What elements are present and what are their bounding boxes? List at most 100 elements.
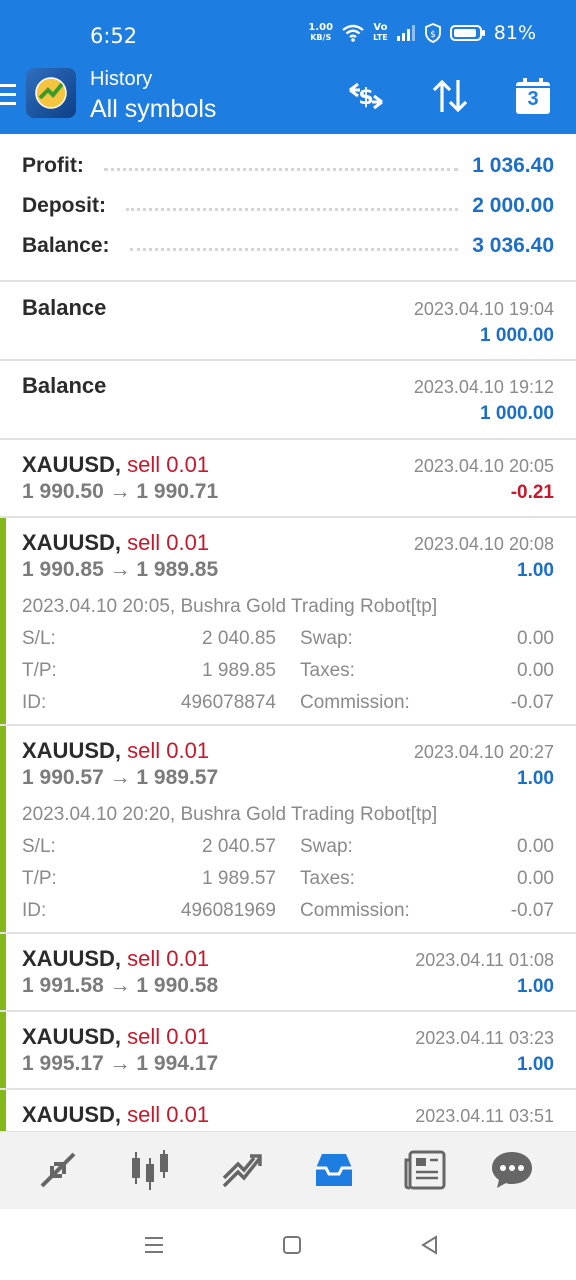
sl-value: 2 040.85 <box>202 628 276 649</box>
symbol-name: XAUUSD, <box>22 946 122 971</box>
tp-label: T/P: <box>22 660 57 681</box>
deal-prices: 1 990.50 → 1 990.71 <box>22 480 219 503</box>
deal-date: 2023.04.11 03:23 <box>415 1028 554 1048</box>
list-item[interactable]: Balance 2023.04.10 19:04 1 000.00 <box>0 283 576 361</box>
quotes-icon[interactable] <box>34 1146 82 1194</box>
shield-icon: $ <box>424 23 441 43</box>
deal-side: sell 0.01 <box>127 530 210 555</box>
deal-symbol: XAUUSD, sell 0.01 <box>22 530 209 556</box>
news-icon[interactable] <box>402 1146 450 1194</box>
deal-prices: 1 990.85 → 1 989.85 <box>22 558 219 581</box>
deal-comment: 2023.04.10 20:05, Bushra Gold Trading Ro… <box>22 596 438 617</box>
deal-symbol: XAUUSD, sell 0.01 <box>22 946 209 972</box>
tp-value: 1 989.57 <box>202 868 276 889</box>
deal-symbol: XAUUSD, sell 0.01 <box>22 738 209 764</box>
list-item[interactable]: XAUUSD, sell 0.01 1 991.58 → 1 990.58 20… <box>0 934 576 1012</box>
volte-indicator: Vo LTE <box>373 23 388 43</box>
swap-label: Swap: <box>300 628 353 649</box>
bottom-navigation <box>0 1131 576 1209</box>
network-speed-value: 1.00 <box>308 22 334 33</box>
swap-value: 0.00 <box>517 836 554 857</box>
deal-prices: 1 995.17 → 1 994.17 <box>22 1052 219 1075</box>
list-item[interactable]: XAUUSD, sell 0.01 1 995.17 → 1 994.17 20… <box>0 1012 576 1090</box>
profit-indicator-bar <box>0 1090 6 1131</box>
symbol-filter[interactable]: All symbols <box>90 95 216 124</box>
list-item-expanded[interactable]: XAUUSD, sell 0.01 1 990.57 → 1 989.57 20… <box>0 726 576 934</box>
back-icon[interactable] <box>418 1233 442 1257</box>
status-icons: 1.00 KB/S Vo LTE $ 81% <box>308 22 536 44</box>
home-icon[interactable] <box>280 1233 304 1257</box>
menu-icon[interactable] <box>0 84 16 106</box>
list-item[interactable]: Balance 2023.04.10 19:12 1 000.00 <box>0 361 576 440</box>
deal-title: Balance <box>22 373 107 398</box>
deals-list[interactable]: Balance 2023.04.10 19:04 1 000.00 Balanc… <box>0 283 576 1131</box>
list-item-expanded[interactable]: XAUUSD, sell 0.01 1 990.85 → 1 989.85 20… <box>0 518 576 726</box>
deal-date: 2023.04.10 20:27 <box>413 742 554 762</box>
recents-icon[interactable] <box>142 1233 166 1257</box>
volte-top: Vo <box>373 22 388 33</box>
list-item[interactable]: XAUUSD, sell 0.01 2023.04.11 03:51 <box>0 1090 576 1131</box>
symbol-name: XAUUSD, <box>22 452 122 477</box>
app-bar: History All symbols $ 3 <box>0 66 576 134</box>
deal-date: 2023.04.10 20:05 <box>413 456 554 476</box>
deposit-label: Deposit: <box>22 194 106 217</box>
taxes-label: Taxes: <box>300 660 355 681</box>
tp-label: T/P: <box>22 868 57 889</box>
tp-value: 1 989.85 <box>202 660 276 681</box>
balance-value: 3 036.40 <box>472 234 554 257</box>
swap-label: Swap: <box>300 836 353 857</box>
deal-amount: 1.00 <box>517 768 554 789</box>
network-speed-unit: KB/S <box>310 33 332 42</box>
deal-prices: 1 990.57 → 1 989.57 <box>22 766 219 789</box>
sl-label: S/L: <box>22 628 56 649</box>
chart-icon[interactable] <box>126 1146 174 1194</box>
history-icon[interactable] <box>310 1146 358 1194</box>
dotted-leader <box>103 167 459 171</box>
sort-icon[interactable] <box>428 76 472 116</box>
chat-icon[interactable] <box>488 1146 536 1194</box>
symbol-name: XAUUSD, <box>22 530 122 555</box>
deal-date: 2023.04.11 01:08 <box>415 950 554 970</box>
balance-label: Balance: <box>22 234 110 257</box>
commission-value: -0.07 <box>510 692 554 713</box>
svg-text:$: $ <box>358 85 373 110</box>
title-block[interactable]: History All symbols <box>90 66 216 124</box>
deposit-row: Deposit: 2 000.00 <box>22 186 554 226</box>
profit-row: Profit: 1 036.40 <box>22 146 554 186</box>
deal-side: sell 0.01 <box>127 1102 210 1127</box>
deal-side: sell 0.01 <box>127 738 210 763</box>
deal-amount: 1.00 <box>517 560 554 581</box>
wifi-icon <box>342 24 364 42</box>
dotted-leader <box>126 207 459 211</box>
balance-row: Balance: 3 036.40 <box>22 226 554 266</box>
deal-date: 2023.04.10 19:04 <box>413 299 554 319</box>
commission-value: -0.07 <box>510 900 554 921</box>
commission-label: Commission: <box>300 692 410 713</box>
deal-symbol: XAUUSD, sell 0.01 <box>22 452 209 478</box>
deal-symbol: XAUUSD, sell 0.01 <box>22 1024 209 1050</box>
svg-text:$: $ <box>430 30 436 40</box>
account-summary: Profit: 1 036.40 Deposit: 2 000.00 Balan… <box>0 134 576 282</box>
sl-value: 2 040.57 <box>202 836 276 857</box>
sl-label: S/L: <box>22 836 56 857</box>
deal-side: sell 0.01 <box>127 452 210 477</box>
profit-value: 1 036.40 <box>472 154 554 177</box>
currency-exchange-icon[interactable]: $ <box>344 76 388 116</box>
status-time: 6:52 <box>90 24 138 48</box>
calendar-icon[interactable]: 3 <box>512 76 556 116</box>
deal-prices: 1 991.58 → 1 990.58 <box>22 974 219 997</box>
taxes-value: 0.00 <box>517 660 554 681</box>
deal-title: Balance <box>22 295 107 320</box>
page-title: History <box>90 68 153 90</box>
battery-icon <box>449 25 485 41</box>
deal-date: 2023.04.11 03:51 <box>415 1106 554 1126</box>
deposit-value: 2 000.00 <box>472 194 554 217</box>
list-item[interactable]: XAUUSD, sell 0.01 1 990.50 → 1 990.71 20… <box>0 440 576 518</box>
profit-indicator-bar <box>0 726 6 932</box>
deal-amount: 1.00 <box>517 976 554 997</box>
deal-date: 2023.04.10 20:08 <box>413 534 554 554</box>
app-logo-icon[interactable] <box>26 68 76 118</box>
deal-side: sell 0.01 <box>127 1024 210 1049</box>
id-label: ID: <box>22 692 47 713</box>
trade-icon[interactable] <box>218 1146 266 1194</box>
